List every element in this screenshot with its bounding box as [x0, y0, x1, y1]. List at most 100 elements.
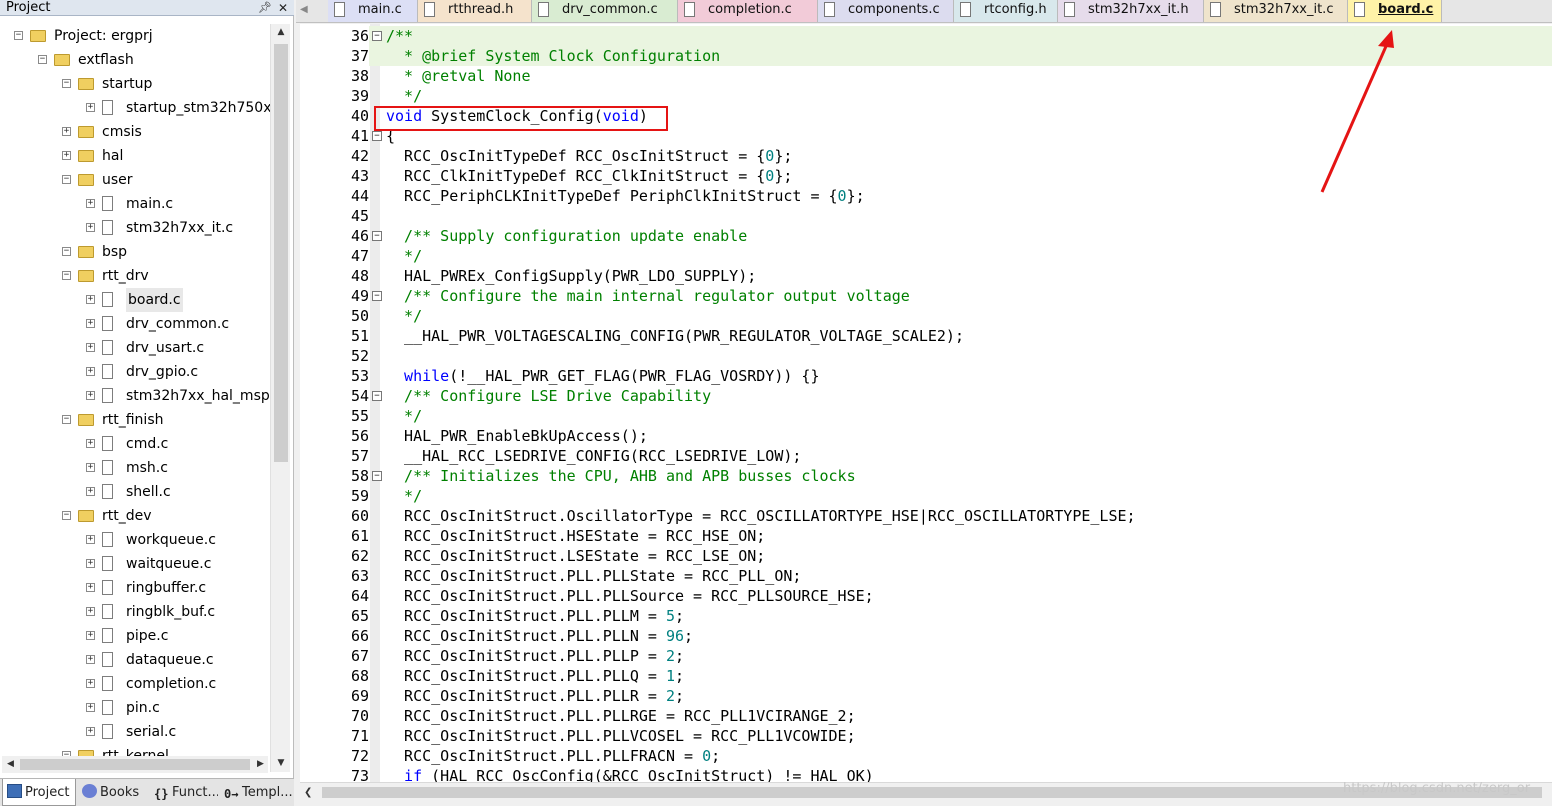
scroll-down-arrow-icon[interactable]: ▼: [271, 755, 291, 772]
tree-item-file[interactable]: + serial.c: [0, 720, 270, 744]
code-line[interactable]: 68 RCC_OscInitStruct.PLL.PLLQ = 1;: [300, 666, 1552, 686]
scroll-thumb[interactable]: [20, 759, 250, 770]
tree-item-file[interactable]: + drv_usart.c: [0, 336, 270, 360]
expand-icon[interactable]: +: [86, 463, 95, 472]
expand-icon[interactable]: +: [86, 343, 95, 352]
editor-tab[interactable]: board.c: [1348, 0, 1442, 22]
tree-item-folder[interactable]: + cmsis: [0, 120, 270, 144]
code-line[interactable]: 49− /** Configure the main internal regu…: [300, 286, 1552, 306]
code-line[interactable]: 54− /** Configure LSE Drive Capability: [300, 386, 1552, 406]
code-line[interactable]: 56 HAL_PWR_EnableBkUpAccess();: [300, 426, 1552, 446]
expand-icon[interactable]: +: [86, 295, 95, 304]
code-line[interactable]: 69 RCC_OscInitStruct.PLL.PLLR = 2;: [300, 686, 1552, 706]
tree-item-folder[interactable]: − rtt_kernel: [0, 744, 270, 756]
expand-icon[interactable]: +: [86, 487, 95, 496]
tree-item-target[interactable]: − extflash: [0, 48, 270, 72]
tree-item-file[interactable]: + startup_stm32h750xx.s: [0, 96, 270, 120]
tree-item-file[interactable]: + msh.c: [0, 456, 270, 480]
code-line[interactable]: 62 RCC_OscInitStruct.LSEState = RCC_LSE_…: [300, 546, 1552, 566]
editor-tab[interactable]: components.c: [818, 0, 954, 22]
expand-icon[interactable]: +: [62, 151, 71, 160]
expand-icon[interactable]: +: [62, 127, 71, 136]
fold-collapse-icon[interactable]: −: [372, 31, 382, 41]
code-line[interactable]: 43 RCC_ClkInitTypeDef RCC_ClkInitStruct …: [300, 166, 1552, 186]
fold-collapse-icon[interactable]: −: [372, 391, 382, 401]
tree-item-folder[interactable]: − rtt_dev: [0, 504, 270, 528]
tree-item-file[interactable]: + shell.c: [0, 480, 270, 504]
editor-tab[interactable]: stm32h7xx_it.c: [1204, 0, 1348, 22]
code-line[interactable]: 44 RCC_PeriphCLKInitTypeDef PeriphClkIni…: [300, 186, 1552, 206]
code-line[interactable]: 70 RCC_OscInitStruct.PLL.PLLRGE = RCC_PL…: [300, 706, 1552, 726]
code-line[interactable]: 47 */: [300, 246, 1552, 266]
expand-icon[interactable]: +: [86, 679, 95, 688]
tree-item-file[interactable]: + workqueue.c: [0, 528, 270, 552]
expand-icon[interactable]: +: [86, 655, 95, 664]
expand-icon[interactable]: +: [86, 727, 95, 736]
code-line[interactable]: 55 */: [300, 406, 1552, 426]
code-line[interactable]: 72 RCC_OscInitStruct.PLL.PLLFRACN = 0;: [300, 746, 1552, 766]
code-line[interactable]: 65 RCC_OscInitStruct.PLL.PLLM = 5;: [300, 606, 1552, 626]
pin-icon[interactable]: 📌︎: [258, 1, 272, 15]
editor-tab[interactable]: drv_common.c: [532, 0, 678, 22]
scroll-left-arrow-icon[interactable]: ◀: [2, 756, 19, 773]
tree-item-file[interactable]: + stm32h7xx_hal_msp.c: [0, 384, 270, 408]
expand-icon[interactable]: +: [86, 223, 95, 232]
code-line[interactable]: 57 __HAL_RCC_LSEDRIVE_CONFIG(RCC_LSEDRIV…: [300, 446, 1552, 466]
code-line[interactable]: 67 RCC_OscInitStruct.PLL.PLLP = 2;: [300, 646, 1552, 666]
code-line[interactable]: 58− /** Initializes the CPU, AHB and APB…: [300, 466, 1552, 486]
code-line[interactable]: 63 RCC_OscInitStruct.PLL.PLLState = RCC_…: [300, 566, 1552, 586]
expand-icon[interactable]: +: [86, 607, 95, 616]
code-line[interactable]: 59 */: [300, 486, 1552, 506]
tree-item-file[interactable]: + pin.c: [0, 696, 270, 720]
expand-icon[interactable]: +: [86, 103, 95, 112]
fold-collapse-icon[interactable]: −: [372, 291, 382, 301]
tree-item-file[interactable]: + pipe.c: [0, 624, 270, 648]
code-line[interactable]: 37 * @brief System Clock Configuration: [300, 46, 1552, 66]
tree-item-folder[interactable]: − rtt_finish: [0, 408, 270, 432]
tab-books[interactable]: Books: [78, 779, 148, 806]
expand-icon[interactable]: +: [86, 199, 95, 208]
tree-item-folder[interactable]: − user: [0, 168, 270, 192]
tree-item-file[interactable]: + ringbuffer.c: [0, 576, 270, 600]
tree-item-file[interactable]: + waitqueue.c: [0, 552, 270, 576]
expand-icon[interactable]: +: [86, 583, 95, 592]
code-editor[interactable]: 36−/** 37 * @brief System Clock Configura…: [300, 24, 1552, 782]
tree-item-file[interactable]: + cmd.c: [0, 432, 270, 456]
tree-item-file[interactable]: + board.c: [0, 288, 270, 312]
expand-icon[interactable]: +: [86, 391, 95, 400]
fold-collapse-icon[interactable]: −: [372, 231, 382, 241]
code-line[interactable]: 36−/**: [300, 26, 1552, 46]
code-line[interactable]: 50 */: [300, 306, 1552, 326]
code-line[interactable]: 53 while(!__HAL_PWR_GET_FLAG(PWR_FLAG_VO…: [300, 366, 1552, 386]
collapse-icon[interactable]: −: [62, 415, 71, 424]
tree-item-folder[interactable]: − startup: [0, 72, 270, 96]
tree-item-file[interactable]: + main.c: [0, 192, 270, 216]
code-line[interactable]: 71 RCC_OscInitStruct.PLL.PLLVCOSEL = RCC…: [300, 726, 1552, 746]
project-tree-vertical-scrollbar[interactable]: ▲ ▼: [270, 24, 290, 772]
code-line[interactable]: 45: [300, 206, 1552, 226]
expand-icon[interactable]: +: [86, 367, 95, 376]
code-line[interactable]: 52: [300, 346, 1552, 366]
tree-item-file[interactable]: + completion.c: [0, 672, 270, 696]
collapse-icon[interactable]: −: [62, 511, 71, 520]
code-line[interactable]: 46− /** Supply configuration update enab…: [300, 226, 1552, 246]
scroll-thumb[interactable]: [274, 44, 288, 462]
tab-templates[interactable]: 0→ Templ...: [220, 779, 292, 806]
expand-icon[interactable]: +: [86, 439, 95, 448]
code-line[interactable]: 64 RCC_OscInitStruct.PLL.PLLSource = RCC…: [300, 586, 1552, 606]
collapse-icon[interactable]: −: [38, 55, 47, 64]
expand-icon[interactable]: +: [86, 319, 95, 328]
project-tree-horizontal-scrollbar[interactable]: ◀ ▶: [2, 756, 268, 773]
tree-item-project[interactable]: − Project: ergprj: [0, 24, 270, 48]
close-icon[interactable]: ✕: [278, 0, 288, 16]
editor-tab[interactable]: stm32h7xx_it.h: [1058, 0, 1204, 22]
expand-icon[interactable]: +: [86, 631, 95, 640]
code-line[interactable]: 66 RCC_OscInitStruct.PLL.PLLN = 96;: [300, 626, 1552, 646]
tree-item-folder[interactable]: − rtt_drv: [0, 264, 270, 288]
tree-item-folder[interactable]: − bsp: [0, 240, 270, 264]
expand-icon[interactable]: +: [86, 535, 95, 544]
collapse-icon[interactable]: −: [62, 79, 71, 88]
expand-icon[interactable]: +: [86, 559, 95, 568]
collapse-icon[interactable]: −: [62, 175, 71, 184]
tab-project[interactable]: Project: [2, 779, 76, 806]
